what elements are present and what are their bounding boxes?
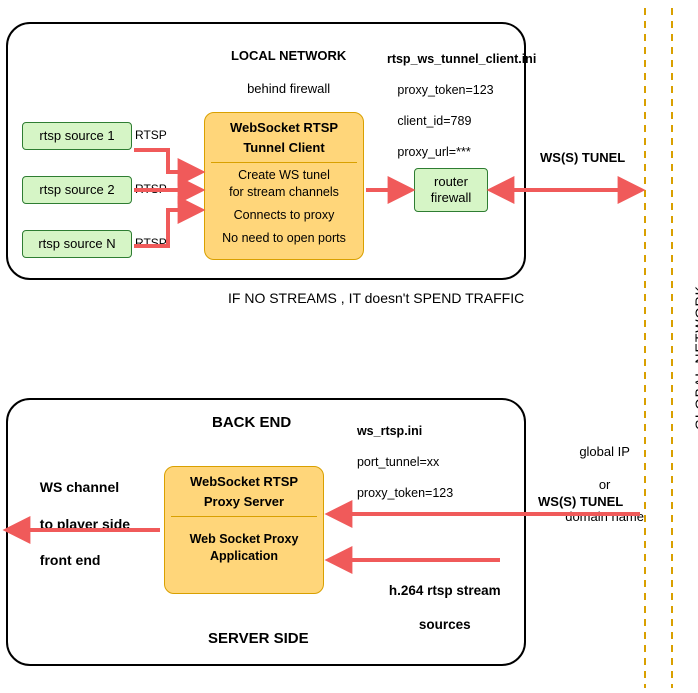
no-streams-note: IF NO STREAMS , IT doesn't SPEND TRAFFIC: [228, 290, 524, 308]
rtsp-source-2: rtsp source 2: [22, 176, 132, 204]
ws-channel-label: WS channel to player side front end: [32, 460, 130, 569]
rtsp-proto-n: RTSP: [135, 236, 167, 250]
h264-sources-label: h.264 rtsp stream sources: [366, 566, 516, 634]
server-side-label: SERVER SIDE: [208, 630, 309, 649]
rtsp-proto-1: RTSP: [135, 128, 167, 142]
ws-rtsp-tunnel-client: WebSocket RTSP Tunnel Client Create WS t…: [204, 112, 364, 260]
wss-tunnel-label-bottom: WS(S) TUNEL: [538, 494, 623, 510]
router-firewall: router firewall: [414, 168, 488, 212]
global-network-label: GLOBAL NETWORK: [692, 285, 698, 430]
backend-config-block: ws_rtsp.ini port_tunnel=xx proxy_token=1…: [350, 408, 453, 502]
global-ip-label: global IP or domain name: [556, 428, 646, 526]
ws-rtsp-proxy-server: WebSocket RTSP Proxy Server Web Socket P…: [164, 466, 324, 594]
rtsp-proto-2: RTSP: [135, 182, 167, 196]
rtsp-source-1: rtsp source 1: [22, 122, 132, 150]
rtsp-source-n: rtsp source N: [22, 230, 132, 258]
wss-tunnel-label-top: WS(S) TUNEL: [540, 150, 625, 166]
backend-title: BACK END: [212, 414, 291, 433]
local-config-block: rtsp_ws_tunnel_client.ini proxy_token=12…: [380, 36, 536, 161]
